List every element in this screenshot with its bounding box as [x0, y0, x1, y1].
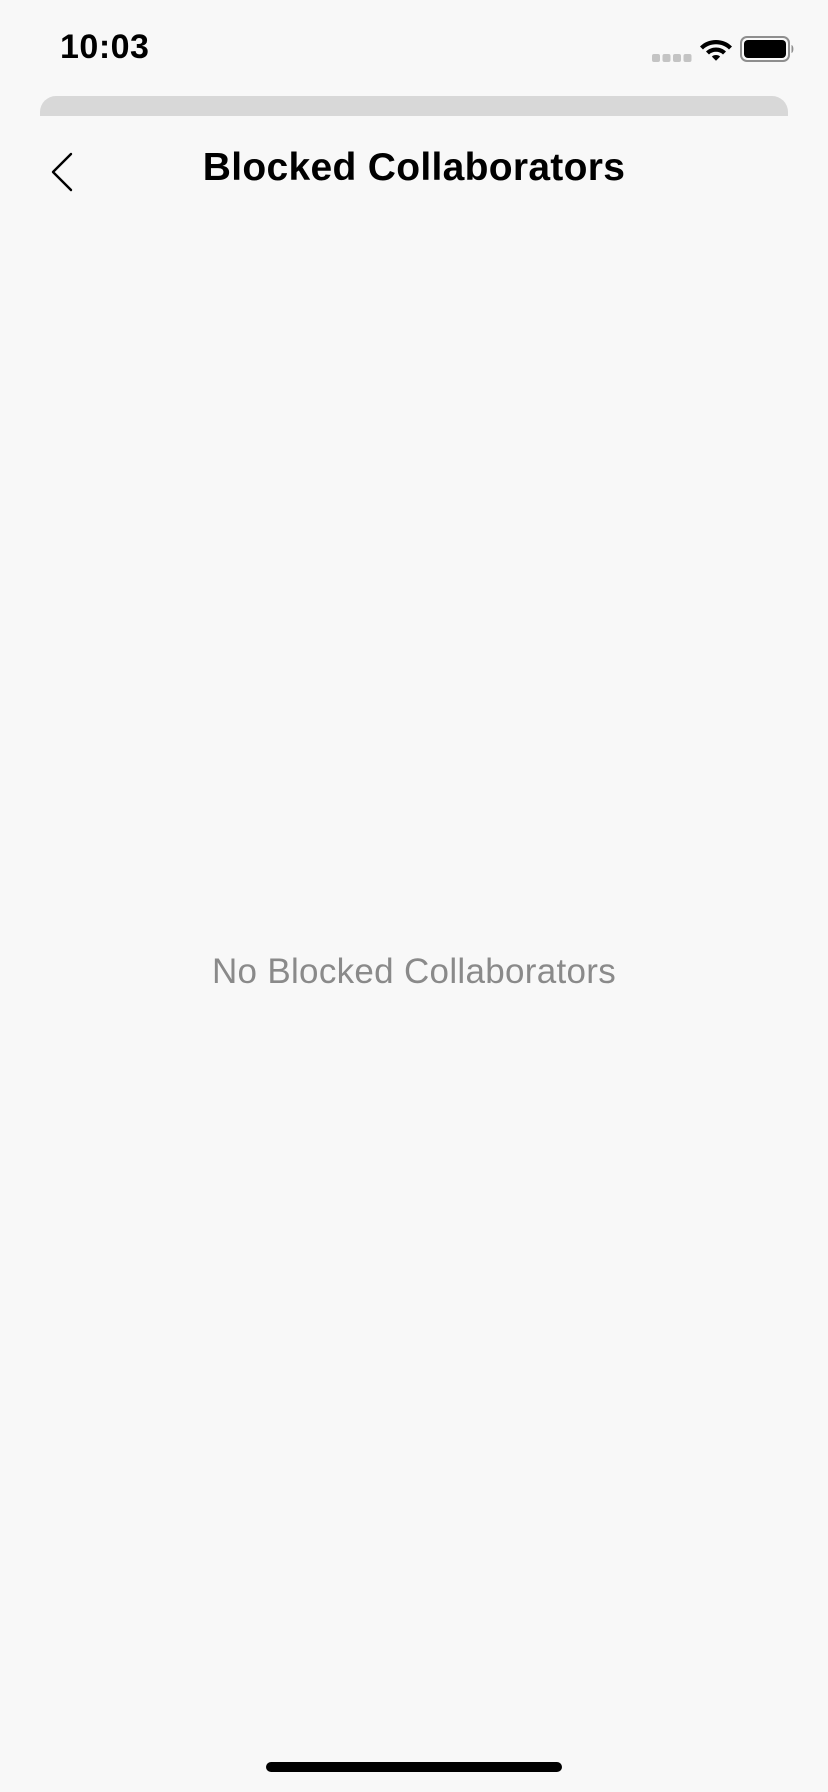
status-time: 10:03 — [60, 28, 150, 66]
wifi-icon — [700, 40, 732, 61]
page-title: Blocked Collaborators — [202, 146, 626, 189]
nav-bar: Blocked Collaborators — [0, 116, 828, 226]
empty-state-message: No Blocked Collaborators — [211, 952, 617, 991]
screen: 10:03 Blocked Collaborators No Blocked C… — [0, 0, 828, 1792]
status-bar: 10:03 — [0, 0, 828, 96]
battery-icon — [740, 36, 794, 62]
sheet-edge — [40, 96, 788, 116]
signal-icon — [652, 54, 692, 62]
home-indicator[interactable] — [266, 1762, 562, 1772]
